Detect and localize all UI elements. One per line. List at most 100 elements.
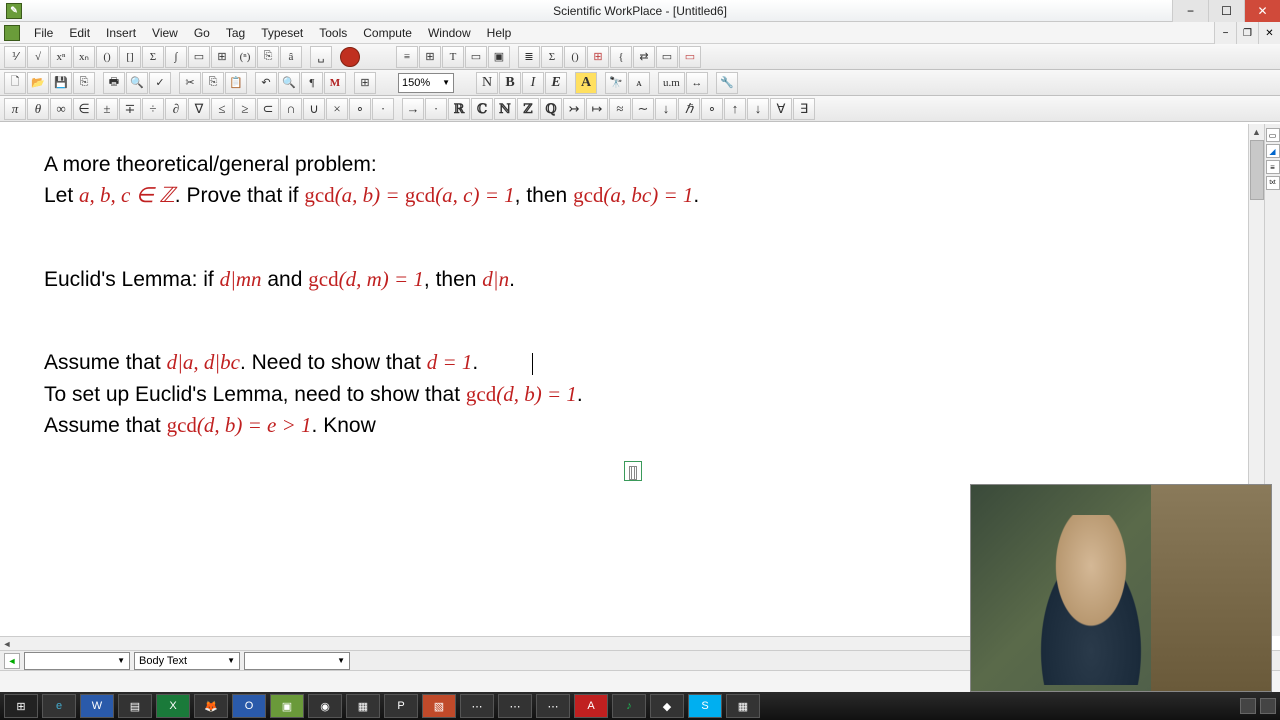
minimize-button[interactable]: − [1172, 0, 1208, 22]
taskbar-spotify[interactable]: ♪ [612, 694, 646, 718]
paragraph-tag-select[interactable]: Body Text▼ [134, 652, 240, 670]
forall-button[interactable]: ∀ [770, 98, 792, 120]
start-button[interactable]: ⊞ [4, 694, 38, 718]
element-button[interactable]: ∈ [73, 98, 95, 120]
taskbar-app4[interactable]: ⋯ [498, 694, 532, 718]
theta-button[interactable]: θ [27, 98, 49, 120]
circ-button[interactable]: ∘ [349, 98, 371, 120]
paste-button[interactable]: 📋 [225, 72, 247, 94]
taskbar-app2[interactable]: P [384, 694, 418, 718]
brackets-button[interactable]: [] [119, 46, 141, 68]
document-content[interactable]: A more theoretical/general problem: Let … [0, 124, 1248, 510]
menu-edit[interactable]: Edit [61, 23, 98, 43]
menu-file[interactable]: File [26, 23, 61, 43]
integral-button[interactable]: ∫ [165, 46, 187, 68]
view-outline-icon[interactable]: txt [1266, 176, 1280, 190]
bold-button[interactable]: B [499, 72, 521, 94]
times-button[interactable]: × [326, 98, 348, 120]
integers-button[interactable]: ℤ [517, 98, 539, 120]
cdot-button[interactable]: · [372, 98, 394, 120]
taskbar-swp[interactable]: ▣ [270, 694, 304, 718]
cup-button[interactable]: ∪ [303, 98, 325, 120]
ring-button[interactable]: ∘ [701, 98, 723, 120]
delim-button[interactable]: () [564, 46, 586, 68]
label-button[interactable]: ⎘ [257, 46, 279, 68]
menu-help[interactable]: Help [479, 23, 520, 43]
math-toggle-button[interactable]: M [324, 72, 346, 94]
taskbar-firefox[interactable]: 🦊 [194, 694, 228, 718]
taskbar-ie[interactable]: e [42, 694, 76, 718]
find-button[interactable]: 🔍 [278, 72, 300, 94]
menu-go[interactable]: Go [186, 23, 218, 43]
align-button[interactable]: ≡ [396, 46, 418, 68]
binoculars-icon[interactable]: 🔭 [605, 72, 627, 94]
inj-button[interactable]: ↣ [563, 98, 585, 120]
showmarks-button[interactable]: ¶ [301, 72, 323, 94]
decoration-button[interactable]: â [280, 46, 302, 68]
hbar-button[interactable]: ℏ [678, 98, 700, 120]
approx-button[interactable]: ≈ [609, 98, 631, 120]
mdi-close[interactable]: ✕ [1258, 22, 1280, 44]
tag-nav-icon[interactable]: ◄ [4, 653, 20, 669]
space-button[interactable]: ␣ [310, 46, 332, 68]
geq-button[interactable]: ≥ [234, 98, 256, 120]
radical-button[interactable]: √ [27, 46, 49, 68]
symbol-a-button[interactable]: ᴀ [628, 72, 650, 94]
uparrow-button[interactable]: ↑ [724, 98, 746, 120]
downarrow-button[interactable]: ↓ [747, 98, 769, 120]
matrix-button[interactable]: ⊞ [211, 46, 233, 68]
table-insert-button[interactable]: ⊞ [354, 72, 376, 94]
taskbar-app1[interactable]: ▦ [346, 694, 380, 718]
down-button[interactable]: ↓ [655, 98, 677, 120]
infinity-button[interactable]: ∞ [50, 98, 72, 120]
zoom-select[interactable]: 150% ▼ [398, 73, 454, 93]
italic-button[interactable]: I [522, 72, 544, 94]
leq-button[interactable]: ≤ [211, 98, 233, 120]
saveall-button[interactable]: ⎘ [73, 72, 95, 94]
print-button[interactable]: 🖶 [103, 72, 125, 94]
menu-tools[interactable]: Tools [311, 23, 355, 43]
text-button[interactable]: T [442, 46, 464, 68]
complex-button[interactable]: ℂ [471, 98, 493, 120]
save-button[interactable]: 💾 [50, 72, 72, 94]
menu-window[interactable]: Window [420, 23, 479, 43]
menu-typeset[interactable]: Typeset [253, 23, 311, 43]
taskbar-chrome[interactable]: ◉ [308, 694, 342, 718]
matrix2-button[interactable]: ⊞ [587, 46, 609, 68]
cut-button[interactable]: ✂ [179, 72, 201, 94]
scroll-left-icon[interactable]: ◄ [0, 637, 14, 651]
hspace-button[interactable]: ↔ [686, 72, 708, 94]
taskbar-word[interactable]: W [80, 694, 114, 718]
copy-button[interactable]: ⎘ [202, 72, 224, 94]
unit-button[interactable]: u.m [658, 72, 685, 94]
menu-view[interactable]: View [144, 23, 186, 43]
text-tag-select[interactable]: ▼ [244, 652, 350, 670]
pi-button[interactable]: π [4, 98, 26, 120]
taskbar-explorer[interactable]: ▤ [118, 694, 152, 718]
taskbar-outlook[interactable]: O [232, 694, 266, 718]
menu-compute[interactable]: Compute [355, 23, 420, 43]
reals-button[interactable]: ℝ [448, 98, 470, 120]
new-button[interactable]: 🗋 [4, 72, 26, 94]
partial-button[interactable]: ∂ [165, 98, 187, 120]
sim-button[interactable]: ∼ [632, 98, 654, 120]
plusminus-button[interactable]: ± [96, 98, 118, 120]
taskbar-app3[interactable]: ⋯ [460, 694, 494, 718]
display-button[interactable]: ▭ [188, 46, 210, 68]
cap-button[interactable]: ∩ [280, 98, 302, 120]
spell-button[interactable]: ✓ [149, 72, 171, 94]
maximize-button[interactable]: ☐ [1208, 0, 1244, 22]
cases-button[interactable]: { [610, 46, 632, 68]
tray-icon[interactable] [1260, 698, 1276, 714]
bigop-button[interactable]: Σ [541, 46, 563, 68]
menu-tag[interactable]: Tag [218, 23, 253, 43]
hat-button[interactable]: ▭ [656, 46, 678, 68]
dot-button[interactable]: · [425, 98, 447, 120]
exists-button[interactable]: ∃ [793, 98, 815, 120]
table-button[interactable]: ⊞ [419, 46, 441, 68]
insert-marker[interactable] [624, 461, 642, 481]
normal-font-button[interactable]: N [476, 72, 498, 94]
superscript-button[interactable]: xⁿ [50, 46, 72, 68]
taskbar-app6[interactable]: ◆ [650, 694, 684, 718]
scroll-thumb[interactable] [1250, 140, 1264, 200]
